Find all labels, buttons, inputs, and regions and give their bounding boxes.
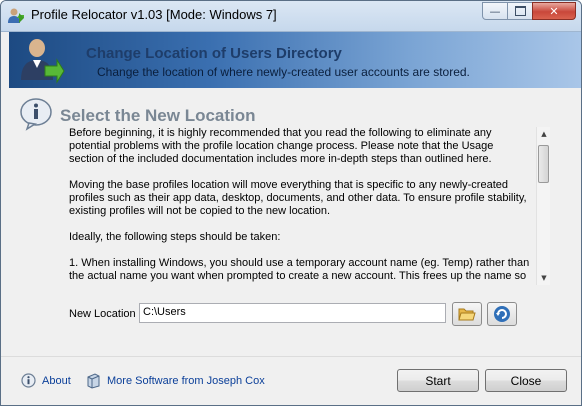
banner-title: Change Location of Users Directory	[86, 45, 342, 62]
instructions-body: Before beginning, it is highly recommend…	[69, 127, 531, 285]
folder-open-icon	[458, 308, 476, 321]
info-icon	[20, 98, 52, 131]
footer-bar: About More Software from Joseph Cox Star…	[1, 356, 581, 405]
window-controls: — ✕	[482, 2, 576, 22]
close-icon: ✕	[549, 4, 559, 18]
about-link[interactable]: About	[21, 373, 71, 388]
about-icon	[21, 373, 36, 388]
instructions-text[interactable]: Before beginning, it is highly recommend…	[67, 127, 550, 285]
about-label: About	[42, 374, 71, 387]
scroll-up-icon: ▲	[541, 130, 547, 138]
new-location-label: New Location	[69, 308, 136, 320]
instructions-paragraph: Moving the base profiles location will m…	[69, 179, 527, 217]
title-bar[interactable]: Profile Relocator v1.03 [Mode: Windows 7…	[1, 1, 581, 32]
instructions-paragraph: Ideally, the following steps should be t…	[69, 231, 281, 243]
more-software-label: More Software from Joseph Cox	[107, 375, 265, 387]
instructions-scrollbar[interactable]: ▲ ▼	[536, 127, 550, 285]
browse-folder-button[interactable]	[452, 302, 482, 326]
scroll-down-button[interactable]: ▼	[537, 271, 550, 285]
close-button[interactable]: Close	[485, 369, 567, 392]
refresh-icon	[494, 306, 510, 322]
refresh-button[interactable]	[487, 302, 517, 326]
window-title: Profile Relocator v1.03 [Mode: Windows 7…	[31, 7, 277, 22]
scroll-thumb[interactable]	[538, 145, 549, 183]
instructions-paragraph: 1. When installing Windows, you should u…	[69, 257, 530, 282]
user-arrow-icon	[21, 39, 65, 84]
maximize-button[interactable]	[507, 2, 533, 20]
new-location-input[interactable]: C:\Users	[139, 303, 446, 323]
user-relocate-icon	[8, 8, 24, 23]
close-window-button[interactable]: ✕	[532, 2, 576, 20]
scroll-down-icon: ▼	[541, 274, 547, 282]
header-banner: Change Location of Users Directory Chang…	[9, 32, 581, 88]
minimize-icon: —	[489, 4, 501, 18]
profile-relocator-window: Profile Relocator v1.03 [Mode: Windows 7…	[0, 0, 582, 406]
banner-subtitle: Change the location of where newly-creat…	[97, 65, 470, 79]
maximize-icon	[514, 6, 526, 16]
start-button[interactable]: Start	[397, 369, 479, 392]
main-content: Select the New Location Before beginning…	[9, 89, 581, 355]
scroll-up-button[interactable]: ▲	[537, 127, 550, 141]
software-box-icon	[87, 373, 100, 389]
minimize-button[interactable]: —	[482, 2, 508, 20]
instructions-paragraph: Before beginning, it is highly recommend…	[69, 127, 494, 165]
section-title: Select the New Location	[60, 106, 256, 125]
more-software-link[interactable]: More Software from Joseph Cox	[86, 373, 265, 389]
